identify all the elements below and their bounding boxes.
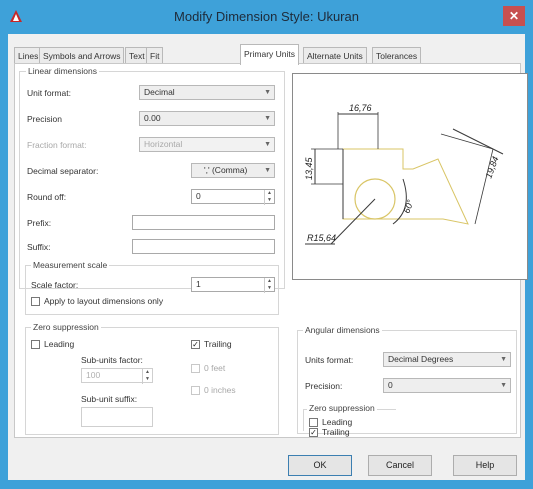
sub-units-factor-label: Sub-units factor:	[81, 355, 143, 365]
angular-precision-select[interactable]: 0 ▼	[383, 378, 511, 393]
tab-fit[interactable]: Fit	[146, 47, 164, 64]
sub-units-factor-input[interactable]: 100 ▲ ▼	[81, 368, 153, 384]
zero-suppression-label: Zero suppression	[31, 322, 101, 332]
decimal-separator-value: ',' (Comma)	[204, 165, 248, 175]
tab-alternate-units[interactable]: Alternate Units	[303, 47, 367, 64]
scale-factor-input[interactable]: 1 ▲ ▼	[191, 277, 275, 293]
preview-dim-top: 16,76	[349, 103, 372, 113]
angular-precision-value: 0	[388, 380, 393, 390]
scale-factor-label: Scale factor:	[31, 280, 79, 290]
chevron-down-icon: ▼	[264, 115, 271, 122]
prefix-label: Prefix:	[27, 218, 52, 228]
spin-up-icon: ▲	[267, 190, 272, 196]
units-format-value: Decimal Degrees	[388, 354, 454, 364]
zero-inches-checkbox[interactable]	[191, 386, 200, 395]
units-format-select[interactable]: Decimal Degrees ▼	[383, 352, 511, 367]
spin-down-icon: ▼	[267, 285, 272, 291]
leading-checkbox[interactable]	[31, 340, 40, 349]
prefix-input[interactable]	[132, 215, 275, 230]
spin-down-icon: ▼	[267, 197, 272, 203]
linear-dimensions-group	[19, 71, 285, 289]
angular-trailing-checkbox[interactable]: ✓	[309, 428, 318, 437]
angular-precision-label: Precision:	[305, 381, 343, 391]
round-off-label: Round off:	[27, 192, 67, 202]
angular-leading-checkbox[interactable]	[309, 418, 318, 427]
sub-unit-suffix-input[interactable]	[81, 407, 153, 427]
window-title: Modify Dimension Style: Ukuran	[174, 9, 359, 24]
leading-label: Leading	[44, 339, 75, 349]
spin-down-icon: ▼	[145, 376, 150, 382]
tab-primary-units[interactable]: Primary Units	[240, 44, 300, 65]
angular-leading-label: Leading	[322, 417, 353, 427]
fraction-format-value: Horizontal	[144, 139, 183, 149]
spin-up-icon: ▲	[145, 369, 150, 375]
preview-dim-radius: R15,64	[307, 233, 336, 243]
round-off-spinner[interactable]: ▲ ▼	[264, 190, 274, 205]
preview-drawing: 16,76 13,45 19,84 60° R15,64	[304, 103, 504, 245]
precision-select[interactable]: 0.00 ▼	[139, 111, 275, 126]
chevron-down-icon: ▼	[264, 141, 271, 148]
sub-unit-suffix-label: Sub-unit suffix:	[81, 394, 138, 404]
unit-format-value: Decimal	[144, 87, 175, 97]
preview-dim-left: 13,45	[304, 156, 314, 180]
close-button[interactable]: ✕	[503, 6, 525, 26]
apply-layout-label: Apply to layout dimensions only	[44, 296, 164, 306]
tab-tolerances[interactable]: Tolerances	[372, 47, 422, 64]
sub-units-factor-spinner[interactable]: ▲ ▼	[142, 369, 152, 384]
apply-layout-checkbox[interactable]	[31, 297, 40, 306]
help-button[interactable]: Help	[453, 455, 517, 476]
zero-feet-label: 0 feet	[204, 363, 226, 373]
title-bar[interactable]: Modify Dimension Style: Ukuran ✕	[0, 0, 533, 34]
dialog-window: Modify Dimension Style: Ukuran ✕ Lines S…	[0, 0, 533, 489]
chevron-down-icon: ▼	[500, 382, 507, 389]
round-off-value: 0	[196, 191, 201, 201]
preview-dim-right: 19,84	[483, 155, 500, 180]
scale-factor-value: 1	[196, 279, 201, 289]
angular-dimensions-label: Angular dimensions	[303, 325, 382, 335]
trailing-label: Trailing	[204, 339, 232, 349]
precision-value: 0.00	[144, 113, 161, 123]
ok-button[interactable]: OK	[288, 455, 352, 476]
linear-dimensions-label: Linear dimensions	[26, 66, 99, 76]
angular-trailing-label: Trailing	[322, 427, 350, 437]
trailing-checkbox[interactable]: ✓	[191, 340, 200, 349]
unit-format-label: Unit format:	[27, 88, 71, 98]
suffix-input[interactable]	[132, 239, 275, 254]
suffix-label: Suffix:	[27, 242, 51, 252]
fraction-format-label: Fraction format:	[27, 140, 87, 150]
unit-format-select[interactable]: Decimal ▼	[139, 85, 275, 100]
round-off-input[interactable]: 0 ▲ ▼	[191, 189, 275, 205]
chevron-down-icon: ▼	[264, 89, 271, 96]
chevron-down-icon: ▼	[500, 356, 507, 363]
zero-inches-label: 0 inches	[204, 385, 236, 395]
fraction-format-select[interactable]: Horizontal ▼	[139, 137, 275, 152]
decimal-separator-select[interactable]: ',' (Comma) ▼	[191, 163, 275, 178]
preview-dim-angle: 60°	[401, 198, 415, 215]
decimal-separator-label: Decimal separator:	[27, 166, 99, 176]
dialog-client: Lines Symbols and Arrows Text Fit Primar…	[8, 34, 528, 480]
zero-feet-checkbox[interactable]	[191, 364, 200, 373]
units-format-label: Units format:	[305, 355, 354, 365]
scale-factor-spinner[interactable]: ▲ ▼	[264, 278, 274, 293]
dimension-preview: 16,76 13,45 19,84 60° R15,64	[292, 73, 528, 280]
precision-label: Precision	[27, 114, 62, 124]
sub-units-factor-value: 100	[86, 370, 101, 380]
angular-zero-suppression-label: Zero suppression	[307, 403, 377, 413]
spin-up-icon: ▲	[267, 278, 272, 284]
chevron-down-icon: ▼	[264, 167, 271, 174]
measurement-scale-label: Measurement scale	[31, 260, 110, 270]
tab-symbols-and-arrows[interactable]: Symbols and Arrows	[39, 47, 125, 64]
cancel-button[interactable]: Cancel	[368, 455, 432, 476]
